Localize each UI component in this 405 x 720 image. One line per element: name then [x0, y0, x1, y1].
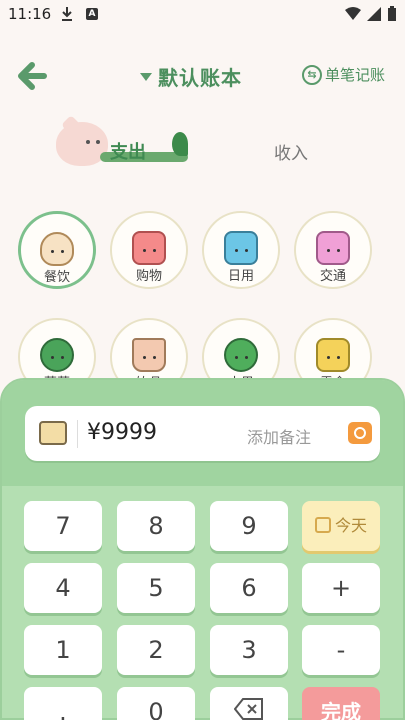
swap-icon: ⇆	[301, 64, 322, 85]
single-entry-label: 单笔记账	[324, 66, 385, 84]
category-label: 日用	[227, 269, 254, 284]
category-label: 购物	[135, 269, 162, 284]
category-shopping[interactable]: 购物	[110, 211, 188, 289]
amount-input-box[interactable]: ¥9999 添加备注	[25, 406, 380, 461]
caret-down-icon	[140, 72, 152, 81]
calendar-icon	[314, 517, 331, 533]
key-dot[interactable]: .	[24, 687, 102, 720]
tab-expense-label: 支出	[110, 142, 146, 163]
tissue-roll-icon	[224, 231, 258, 265]
status-time: 11:16	[8, 5, 52, 23]
key-8[interactable]: 8	[117, 501, 195, 551]
key-4[interactable]: 4	[24, 563, 102, 613]
key-2[interactable]: 2	[117, 625, 195, 675]
key-3[interactable]: 3	[210, 625, 288, 675]
backspace-button[interactable]	[210, 687, 288, 720]
single-entry-button[interactable]: ⇆ 单笔记账	[301, 64, 385, 85]
leaf-decoration	[172, 132, 188, 156]
signal-icon	[367, 7, 381, 21]
category-daily[interactable]: 日用	[202, 211, 280, 289]
app-notification-icon: A	[86, 8, 98, 20]
note-input[interactable]: 添加备注	[247, 424, 311, 448]
category-transport[interactable]: 交通	[294, 211, 372, 289]
shopping-bag-icon	[132, 231, 166, 265]
battery-icon	[388, 6, 396, 21]
today-label: 今天	[334, 516, 367, 535]
category-dining[interactable]: 餐饮	[18, 211, 96, 289]
done-button[interactable]: 完成	[302, 687, 380, 720]
wallet-icon	[39, 421, 67, 445]
backspace-icon	[233, 698, 263, 720]
chips-icon	[316, 338, 350, 372]
ledger-selector[interactable]: 默认账本	[140, 62, 242, 91]
wifi-icon	[345, 7, 361, 20]
key-minus[interactable]: -	[302, 625, 380, 675]
key-plus[interactable]: +	[302, 563, 380, 613]
camera-icon[interactable]	[348, 422, 372, 444]
key-0[interactable]: 0	[117, 687, 195, 720]
download-icon	[62, 7, 72, 21]
amount-value: ¥9999	[87, 420, 157, 445]
bubble-tea-icon	[132, 338, 166, 372]
key-7[interactable]: 7	[24, 501, 102, 551]
watermelon-icon	[224, 338, 258, 372]
status-bar: 11:16 A	[0, 0, 405, 30]
bus-icon	[316, 231, 350, 265]
ledger-title: 默认账本	[158, 66, 242, 90]
tab-income[interactable]: 收入	[274, 139, 308, 164]
key-6[interactable]: 6	[210, 563, 288, 613]
divider	[77, 420, 78, 448]
back-arrow-icon[interactable]	[14, 58, 50, 94]
key-1[interactable]: 1	[24, 625, 102, 675]
today-button[interactable]: 今天	[302, 501, 380, 551]
category-label: 餐饮	[43, 270, 70, 285]
key-9[interactable]: 9	[210, 501, 288, 551]
key-5[interactable]: 5	[117, 563, 195, 613]
tab-expense[interactable]: 支出	[52, 115, 192, 174]
broccoli-icon	[40, 338, 74, 372]
category-label: 交通	[319, 269, 346, 284]
rice-bowl-icon	[40, 232, 74, 266]
